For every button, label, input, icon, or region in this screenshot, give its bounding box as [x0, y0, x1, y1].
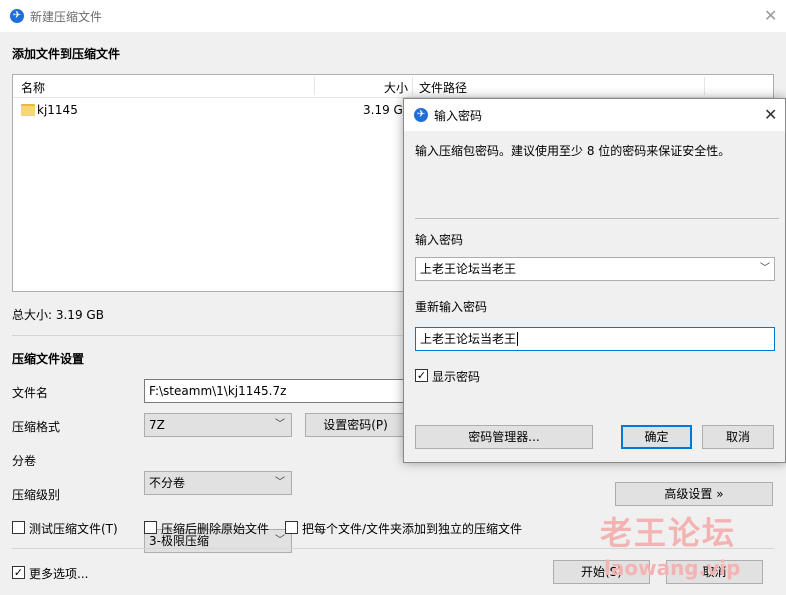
total-size: 总大小: 3.19 GB: [12, 308, 104, 322]
confirm-password-input[interactable]: 上老王论坛当老王: [415, 327, 775, 351]
column-path[interactable]: 文件路径: [419, 79, 467, 96]
list-item[interactable]: kj1145 3.19 GB: [13, 101, 413, 121]
format-select[interactable]: 7Z ﹀: [144, 413, 292, 437]
advanced-settings-button[interactable]: 高级设置 »: [615, 482, 773, 506]
password-dialog: ✈ 输入密码 ✕ 输入压缩包密码。建议使用至少 8 位的密码来保证安全性。 输入…: [403, 98, 786, 463]
format-label: 压缩格式: [12, 420, 61, 434]
window-title-bar: ✈ 新建压缩文件 ✕: [0, 0, 786, 32]
chevron-down-icon: ﹀: [275, 419, 285, 430]
close-icon[interactable]: ✕: [764, 8, 777, 24]
more-options-checkbox[interactable]: ✓: [12, 566, 25, 579]
file-list-header: 名称 大小 文件路径: [13, 75, 773, 98]
password-label: 输入密码: [415, 233, 464, 247]
confirm-password-value: 上老王论坛当老王: [420, 332, 517, 346]
delete-after-label: 压缩后删除原始文件: [161, 522, 270, 536]
separate-archives-checkbox[interactable]: [285, 521, 298, 534]
app-logo-icon: ✈: [414, 108, 428, 122]
more-options-label: 更多选项...: [29, 567, 89, 581]
set-password-button[interactable]: 设置密码(P): [305, 413, 406, 437]
column-size[interactable]: 大小: [384, 79, 408, 96]
password-hint: 输入压缩包密码。建议使用至少 8 位的密码来保证安全性。: [415, 144, 731, 158]
delete-after-checkbox[interactable]: [144, 521, 157, 534]
window-title: 新建压缩文件: [30, 10, 103, 24]
dialog-title: 输入密码: [434, 109, 483, 123]
password-manager-button[interactable]: 密码管理器...: [415, 425, 593, 449]
level-label: 压缩级别: [12, 488, 61, 502]
confirm-password-label: 重新输入密码: [415, 300, 488, 314]
format-value: 7Z: [149, 418, 165, 432]
file-name: kj1145: [37, 103, 78, 117]
watermark-url: laowang.vip: [604, 556, 741, 580]
app-logo-icon: ✈: [10, 9, 24, 23]
folder-icon: [21, 104, 35, 116]
show-password-checkbox[interactable]: ✓: [415, 369, 428, 382]
ok-button[interactable]: 确定: [621, 425, 692, 449]
test-archive-checkbox[interactable]: [12, 521, 25, 534]
password-input[interactable]: 上老王论坛当老王 ﹀: [415, 257, 775, 281]
chevron-down-icon: ﹀: [275, 477, 285, 488]
watermark-text: 老王论坛: [600, 514, 737, 552]
show-password-label: 显示密码: [432, 370, 481, 384]
close-icon[interactable]: ✕: [764, 107, 777, 123]
test-archive-label: 测试压缩文件(T): [29, 522, 118, 536]
divider: [415, 218, 779, 219]
split-value: 不分卷: [149, 476, 186, 490]
split-select[interactable]: 不分卷 ﹀: [144, 471, 292, 495]
dialog-title-bar: ✈ 输入密码 ✕: [404, 99, 785, 131]
filename-input[interactable]: F:\steamm\1\kj1145.7z: [144, 379, 406, 403]
filename-label: 文件名: [12, 386, 49, 400]
password-value: 上老王论坛当老王: [420, 262, 517, 276]
split-label: 分卷: [12, 454, 37, 468]
dialog-cancel-button[interactable]: 取消: [702, 425, 774, 449]
separate-archives-label: 把每个文件/文件夹添加到独立的压缩文件: [302, 522, 523, 536]
column-name[interactable]: 名称: [21, 79, 45, 96]
settings-section-title: 压缩文件设置: [12, 352, 85, 366]
chevron-down-icon[interactable]: ﹀: [760, 258, 770, 280]
files-section-title: 添加文件到压缩文件: [12, 47, 121, 61]
